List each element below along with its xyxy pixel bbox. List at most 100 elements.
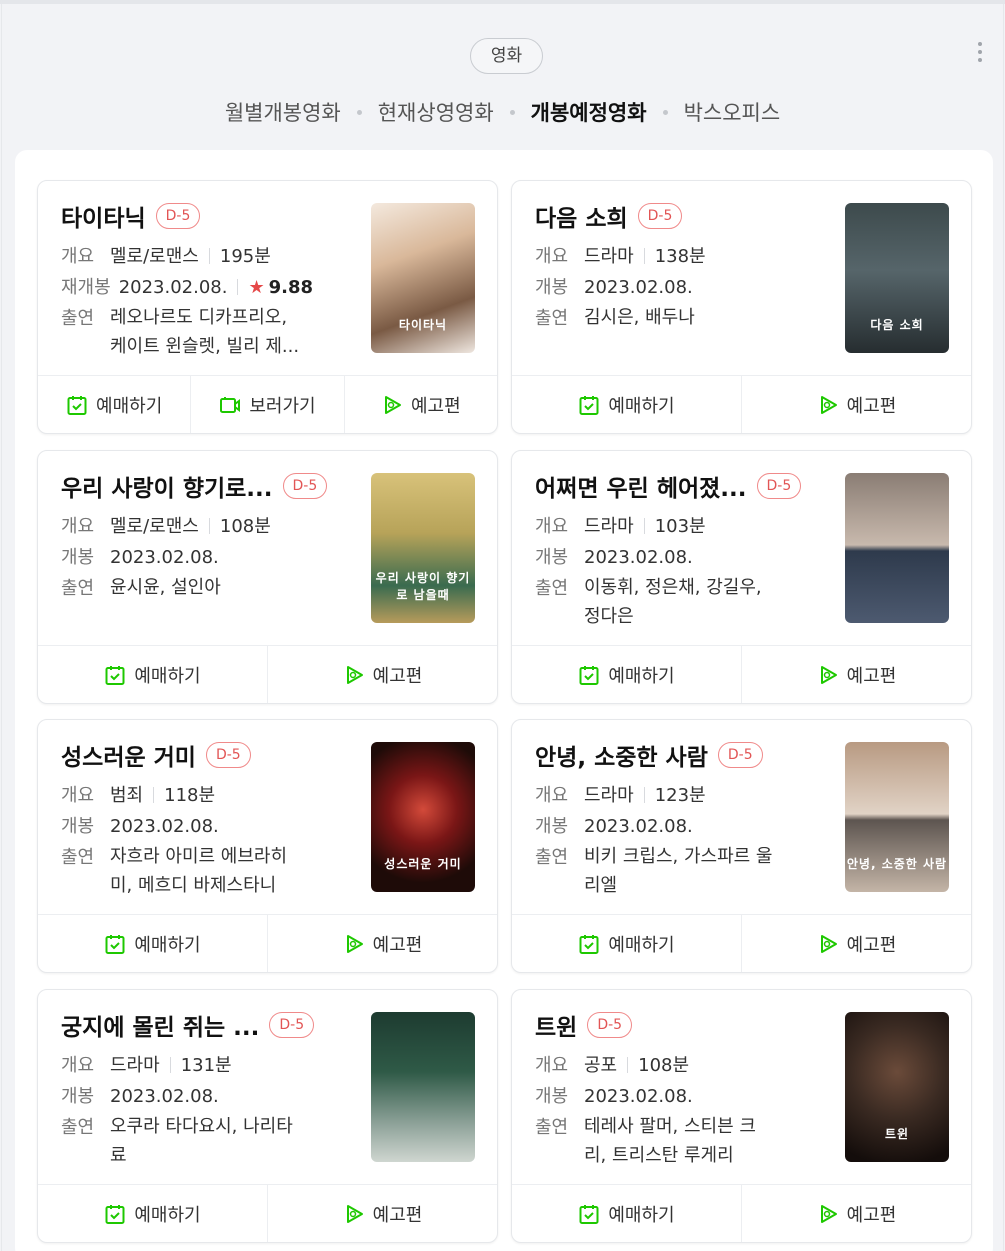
cast-line: 김시은, 배두나: [584, 307, 695, 328]
movie-poster[interactable]: 다음 소희: [845, 203, 949, 353]
divider: [627, 1057, 629, 1073]
cast-label: 출연: [535, 308, 569, 329]
star-icon: ★: [248, 277, 265, 298]
movie-title[interactable]: 트윈: [535, 1008, 577, 1042]
release-date: 2023.02.08.: [584, 277, 693, 298]
release-date: 2023.02.08.: [584, 1086, 693, 1107]
calendar-check-icon: [578, 664, 600, 686]
movie-poster[interactable]: 타이타닉: [371, 203, 475, 353]
book-button[interactable]: 예매하기: [38, 915, 268, 972]
cast-line: 자흐라 아미르 에브라히: [110, 846, 288, 867]
overview-label: 개요: [61, 785, 95, 806]
trailer-button[interactable]: 예고편: [268, 646, 497, 703]
tab-monthly-releases[interactable]: 월별개봉영화: [221, 97, 345, 127]
movie-poster[interactable]: 트윈: [845, 1012, 949, 1162]
release-date: 2023.02.08.: [584, 547, 693, 568]
overview-row: 개요 공포 108분: [535, 1050, 810, 1081]
release-row: 개봉 2023.02.08.: [61, 1081, 336, 1112]
movie-info: 개요 드라마 103분 개봉 2023.02.08. 출연 이동휘, 정은채, 강…: [535, 511, 810, 631]
book-button[interactable]: 예매하기: [38, 646, 268, 703]
tab-box-office[interactable]: 박스오피스: [680, 97, 785, 127]
trailer-button[interactable]: 예고편: [345, 376, 497, 433]
poster-title: 다음 소희: [870, 318, 924, 332]
cast-label: 출연: [61, 1117, 95, 1138]
watch-button[interactable]: 보러가기: [191, 376, 345, 433]
movie-title[interactable]: 안녕, 소중한 사람: [535, 738, 708, 772]
movie-poster[interactable]: [845, 473, 949, 623]
book-button[interactable]: 예매하기: [38, 376, 192, 433]
release-label: 개봉: [61, 547, 95, 568]
book-button[interactable]: 예매하기: [512, 376, 742, 433]
book-button[interactable]: 예매하기: [512, 915, 742, 972]
cast-line: 테레사 팔머, 스티븐 크: [584, 1116, 756, 1137]
action-label: 예고편: [846, 1204, 897, 1226]
overview-row: 개요 드라마 138분: [535, 241, 810, 272]
trailer-button[interactable]: 예고편: [742, 646, 971, 703]
dday-badge: D-5: [756, 473, 802, 499]
trailer-button[interactable]: 예고편: [742, 1185, 971, 1242]
overview-row: 개요 멜로/로맨스 195분: [61, 241, 336, 272]
book-button[interactable]: 예매하기: [512, 646, 742, 703]
dday-badge: D-5: [269, 1012, 315, 1038]
category-pill[interactable]: 영화: [470, 38, 543, 74]
movie-card: 안녕, 소중한 사람 D-5 개요 드라마 123분 개봉 2023.02.08.…: [511, 719, 972, 973]
overview-row: 개요 범죄 118분: [61, 780, 336, 811]
card-actions: 예매하기 예고편: [38, 645, 497, 703]
trailer-button[interactable]: 예고편: [742, 915, 971, 972]
cast-line: 비키 크립스, 가스파르 울: [584, 846, 773, 867]
release-label: 개봉: [535, 547, 569, 568]
divider: [208, 518, 210, 534]
overview-value: 드라마 103분: [584, 511, 810, 542]
poster-title: 안녕, 소중한 사람: [846, 857, 948, 871]
more-options-icon[interactable]: [972, 40, 988, 66]
movie-title[interactable]: 우리 사랑이 향기로...: [61, 469, 273, 503]
movie-title-row: 어쩌면 우린 헤어졌... D-5: [535, 469, 802, 503]
movie-title[interactable]: 궁지에 몰린 쥐는 ...: [61, 1008, 259, 1042]
card-actions: 예매하기 예고편: [38, 1184, 497, 1242]
tab-separator: [662, 109, 668, 115]
movie-poster[interactable]: 성스러운 거미: [371, 742, 475, 892]
movie-poster[interactable]: 우리 사랑이 향기로 남을때: [371, 473, 475, 623]
cast-line: 오쿠라 타다요시, 나리타: [110, 1116, 293, 1137]
movie-title[interactable]: 성스러운 거미: [61, 738, 196, 772]
movie-poster[interactable]: 안녕, 소중한 사람: [845, 742, 949, 892]
overview-label: 개요: [535, 1055, 569, 1076]
cast-label: 출연: [535, 1117, 569, 1138]
book-button[interactable]: 예매하기: [512, 1185, 742, 1242]
release-label: 개봉: [535, 816, 569, 837]
movie-title[interactable]: 타이타닉: [61, 199, 146, 233]
card-actions: 예매하기 예고편: [512, 1184, 971, 1242]
overview-label: 개요: [535, 516, 569, 537]
overview-row: 개요 드라마 123분: [535, 780, 810, 811]
runtime: 118분: [164, 785, 216, 806]
movie-title-row: 안녕, 소중한 사람 D-5: [535, 738, 763, 772]
dday-badge: D-5: [155, 203, 201, 229]
play-icon: [817, 664, 839, 686]
book-button[interactable]: 예매하기: [38, 1185, 268, 1242]
cast-value: 오쿠라 타다요시, 나리타 료: [110, 1112, 336, 1170]
cast-label: 출연: [535, 847, 569, 868]
release-date: 2023.02.08.: [118, 277, 228, 298]
movie-title[interactable]: 다음 소희: [535, 199, 628, 233]
play-icon: [343, 933, 365, 955]
card-actions: 예매하기 예고편: [512, 375, 971, 433]
movie-poster[interactable]: [371, 1012, 475, 1162]
movie-title[interactable]: 어쩌면 우린 헤어졌...: [535, 469, 747, 503]
release-value: 2023.02.08.: [584, 272, 810, 303]
tab-now-showing[interactable]: 현재상영영화: [374, 97, 498, 127]
overview-row: 개요 멜로/로맨스 108분: [61, 511, 336, 542]
movie-card: 다음 소희 D-5 개요 드라마 138분 개봉 2023.02.08. 출연 김…: [511, 180, 972, 434]
movie-card: 어쩌면 우린 헤어졌... D-5 개요 드라마 103분 개봉 2023.02.…: [511, 450, 972, 704]
cast-value: 이동휘, 정은채, 강길우, 정다은: [584, 573, 810, 631]
trailer-button[interactable]: 예고편: [268, 1185, 497, 1242]
calendar-check-icon: [578, 933, 600, 955]
genre: 범죄: [110, 785, 144, 806]
action-label: 예고편: [372, 934, 423, 956]
action-label: 예고편: [372, 1204, 423, 1226]
dday-badge: D-5: [205, 742, 251, 768]
cast-row: 출연 이동휘, 정은채, 강길우, 정다은: [535, 573, 810, 631]
trailer-button[interactable]: 예고편: [742, 376, 971, 433]
tab-upcoming[interactable]: 개봉예정영화: [527, 97, 651, 127]
trailer-button[interactable]: 예고편: [268, 915, 497, 972]
overview-value: 드라마 123분: [584, 780, 810, 811]
